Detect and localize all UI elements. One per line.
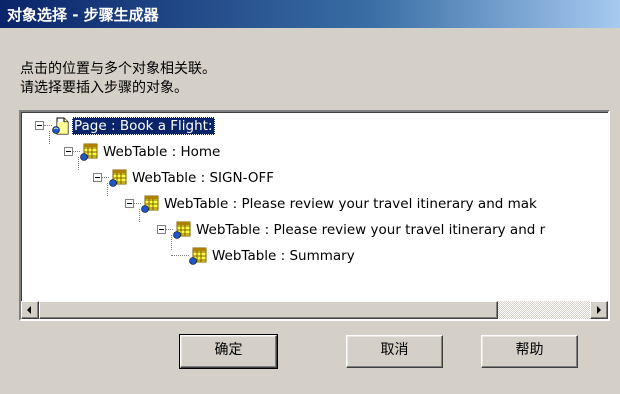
scroll-left-icon[interactable] [21, 301, 39, 319]
message-line-2: 请选择要插入步骤的对象。 [20, 80, 188, 96]
collapse-icon[interactable] [35, 121, 44, 130]
scroll-thumb[interactable] [39, 301, 498, 319]
webtable-icon [109, 169, 127, 187]
collapse-icon[interactable] [157, 225, 166, 234]
ok-button[interactable]: 确定 [179, 334, 278, 369]
tree-connector [102, 177, 109, 179]
tree-viewport: Page : Book a Flight: WebTable : Home We… [21, 112, 608, 301]
tree-node-webtable-signoff[interactable]: WebTable : SIGN-OFF [93, 168, 593, 188]
message-line-1: 点击的位置与多个对象相关联。 [20, 61, 216, 77]
tree-connector [73, 151, 80, 153]
horizontal-scrollbar[interactable] [21, 301, 608, 319]
tree-connector [134, 203, 141, 205]
collapse-icon[interactable] [125, 199, 134, 208]
help-button[interactable]: 帮助 [481, 335, 578, 368]
tree-connector [166, 229, 173, 231]
tree-node-webtable-home[interactable]: WebTable : Home [64, 142, 594, 162]
page-icon [52, 117, 69, 135]
scroll-right-icon[interactable] [590, 301, 608, 319]
tree-node-webtable-itinerary-1[interactable]: WebTable : Please review your travel iti… [125, 194, 605, 214]
collapse-icon[interactable] [93, 173, 102, 182]
instruction-text: 点击的位置与多个对象相关联。 请选择要插入步骤的对象。 [20, 60, 216, 98]
tree-node-label[interactable]: WebTable : SIGN-OFF [130, 169, 276, 187]
tree-node-page[interactable]: Page : Book a Flight: [35, 116, 595, 136]
tree-node-label[interactable]: WebTable : Home [101, 143, 222, 161]
title-bar: 对象选择 - 步骤生成器 [0, 0, 620, 30]
object-tree[interactable]: Page : Book a Flight: WebTable : Home We… [19, 110, 610, 321]
webtable-icon [189, 247, 207, 265]
tree-node-label[interactable]: WebTable : Summary [210, 247, 357, 265]
webtable-icon [141, 195, 159, 213]
tree-node-label[interactable]: WebTable : Please review your travel iti… [194, 221, 547, 239]
webtable-icon [173, 221, 191, 239]
tree-node-webtable-summary[interactable]: WebTable : Summary [171, 246, 471, 266]
webtable-icon [80, 143, 98, 161]
tree-connector [44, 125, 52, 127]
tree-node-webtable-itinerary-2[interactable]: WebTable : Please review your travel iti… [157, 220, 607, 240]
cancel-button[interactable]: 取消 [346, 335, 443, 368]
tree-connector [171, 255, 189, 257]
collapse-icon[interactable] [64, 147, 73, 156]
tree-node-label[interactable]: Page : Book a Flight: [72, 117, 215, 135]
window-title: 对象选择 - 步骤生成器 [7, 6, 159, 24]
tree-node-label[interactable]: WebTable : Please review your travel iti… [162, 195, 539, 213]
